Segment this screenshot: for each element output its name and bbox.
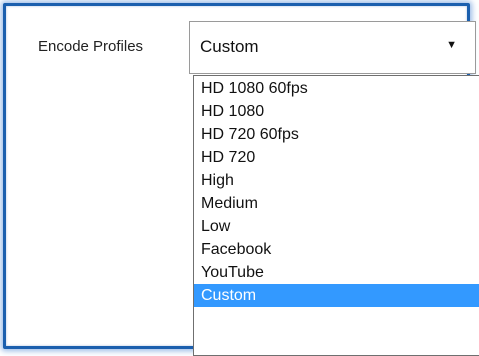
encode-profiles-select[interactable]: Custom ▼ (189, 21, 476, 74)
encode-profiles-label: Encode Profiles (38, 38, 144, 55)
option-hd-720[interactable]: HD 720 (194, 146, 479, 169)
option-hd-720-60fps[interactable]: HD 720 60fps (194, 123, 479, 146)
option-youtube[interactable]: YouTube (194, 261, 479, 284)
option-high[interactable]: High (194, 169, 479, 192)
option-medium[interactable]: Medium (194, 192, 479, 215)
window-frame: Encode Profiles Custom ▼ HD 1080 60fps H… (0, 0, 479, 356)
option-low[interactable]: Low (194, 215, 479, 238)
caret-down-icon: ▼ (446, 39, 457, 51)
select-current-value: Custom (200, 37, 259, 56)
option-hd-1080-60fps[interactable]: HD 1080 60fps (194, 77, 479, 100)
option-custom[interactable]: Custom (194, 284, 479, 307)
option-facebook[interactable]: Facebook (194, 238, 479, 261)
option-hd-1080[interactable]: HD 1080 (194, 100, 479, 123)
encode-profiles-dropdown-list: HD 1080 60fps HD 1080 HD 720 60fps HD 72… (193, 75, 479, 356)
